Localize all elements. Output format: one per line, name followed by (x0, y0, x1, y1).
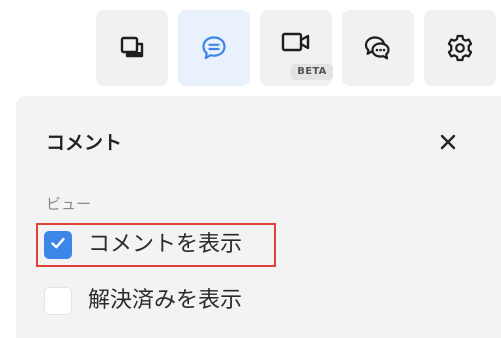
checkmark-icon (49, 234, 67, 256)
panel-title: コメント (46, 132, 123, 154)
video-icon (281, 30, 311, 56)
show-comments-label: コメントを表示 (88, 232, 243, 257)
chat-button[interactable] (342, 10, 414, 86)
settings-button[interactable] (424, 10, 496, 86)
close-icon (439, 133, 457, 155)
show-resolved-checkbox[interactable] (44, 287, 72, 315)
copy-button[interactable] (96, 10, 168, 86)
beta-badge: BETA (291, 64, 333, 80)
comments-button[interactable] (178, 10, 250, 86)
view-section-label: ビュー (46, 195, 92, 213)
comment-icon (200, 34, 228, 62)
close-button[interactable] (436, 132, 460, 156)
show-comments-checkbox[interactable] (44, 231, 72, 259)
top-toolbar: BETA (96, 10, 501, 86)
chat-bubbles-icon (363, 34, 393, 62)
copy-icon (118, 34, 146, 62)
show-comments-option[interactable]: コメントを表示 (36, 223, 276, 267)
video-button[interactable]: BETA (260, 10, 333, 86)
show-resolved-label: 解決済みを表示 (88, 288, 243, 313)
comments-panel: コメント ビュー コメントを表示 解決済みを表示 (16, 96, 501, 338)
show-resolved-option[interactable]: 解決済みを表示 (38, 281, 274, 321)
gear-icon (445, 33, 475, 63)
